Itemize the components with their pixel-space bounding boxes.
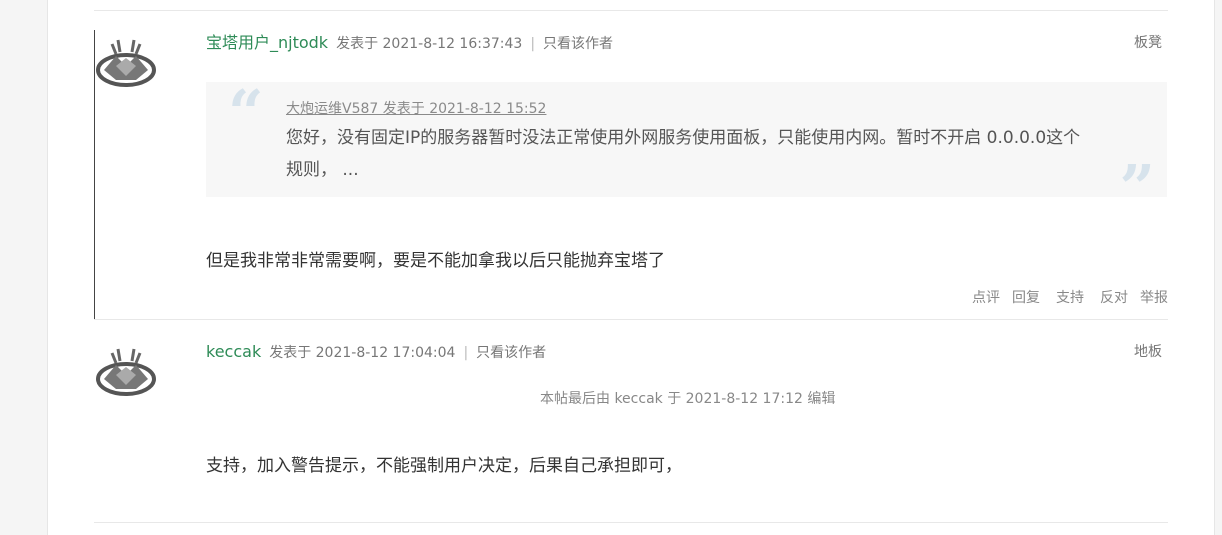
support-button[interactable]: 支持 [1056, 290, 1084, 306]
reply-button[interactable]: 回复 [1012, 290, 1040, 306]
report-button[interactable]: 举报 [1140, 290, 1168, 306]
author-link[interactable]: 宝塔用户_njtodk [206, 33, 328, 52]
oppose-button[interactable]: 反对 [1100, 290, 1128, 306]
default-avatar-icon[interactable] [96, 345, 156, 397]
post-actions: 点评 回复 支持 反对 举报 [960, 287, 1168, 307]
post-2: keccak 发表于 2021-8-12 17:04:04 | 只看该作者 地板 本帖… [48, 339, 1214, 519]
post-time: 发表于 2021-8-12 17:04:04 [269, 345, 456, 361]
post-content: 但是我非常非常需要啊，要是不能加拿我以后只能抛弃宝塔了 [206, 251, 665, 271]
meta-separator: | [530, 36, 536, 52]
edit-note: 本帖最后由 keccak 于 2021-8-12 17:12 编辑 [540, 391, 836, 407]
only-author-link[interactable]: 只看该作者 [543, 36, 613, 52]
floor-number[interactable]: 板凳 [1134, 32, 1162, 54]
only-author-link[interactable]: 只看该作者 [476, 345, 546, 361]
default-avatar-icon[interactable] [96, 36, 156, 88]
divider [94, 522, 1168, 523]
meta-separator: | [463, 345, 469, 361]
floor-number[interactable]: 地板 [1134, 341, 1162, 363]
divider [94, 10, 1168, 11]
post-time: 发表于 2021-8-12 16:37:43 [336, 36, 523, 52]
post-meta: keccak 发表于 2021-8-12 17:04:04 | 只看该作者 [206, 341, 546, 363]
open-quote-icon: “ [228, 76, 264, 149]
forum-page: 宝塔用户_njtodk 发表于 2021-8-12 16:37:43 | 只看该作者 … [47, 0, 1215, 535]
post-content: 支持，加入警告提示，不能强制用户决定，后果自己承担即可， [206, 456, 682, 476]
author-link[interactable]: keccak [206, 342, 261, 361]
close-quote-icon: ” [1119, 151, 1155, 224]
quote-header[interactable]: 大炮运维V587 发表于 2021-8-12 15:52 [286, 98, 546, 118]
divider [94, 319, 1168, 320]
post-meta: 宝塔用户_njtodk 发表于 2021-8-12 16:37:43 | 只看该作者 [206, 32, 613, 54]
post-1: 宝塔用户_njtodk 发表于 2021-8-12 16:37:43 | 只看该作者 … [48, 30, 1214, 320]
quote-block: “ 大炮运维V587 发表于 2021-8-12 15:52 您好，没有固定IP… [206, 76, 1167, 219]
quote-text: 您好，没有固定IP的服务器暂时没法正常使用外网服务使用面板，只能使用内网。暂时不… [286, 128, 1081, 180]
rate-button[interactable]: 点评 [972, 290, 1000, 306]
